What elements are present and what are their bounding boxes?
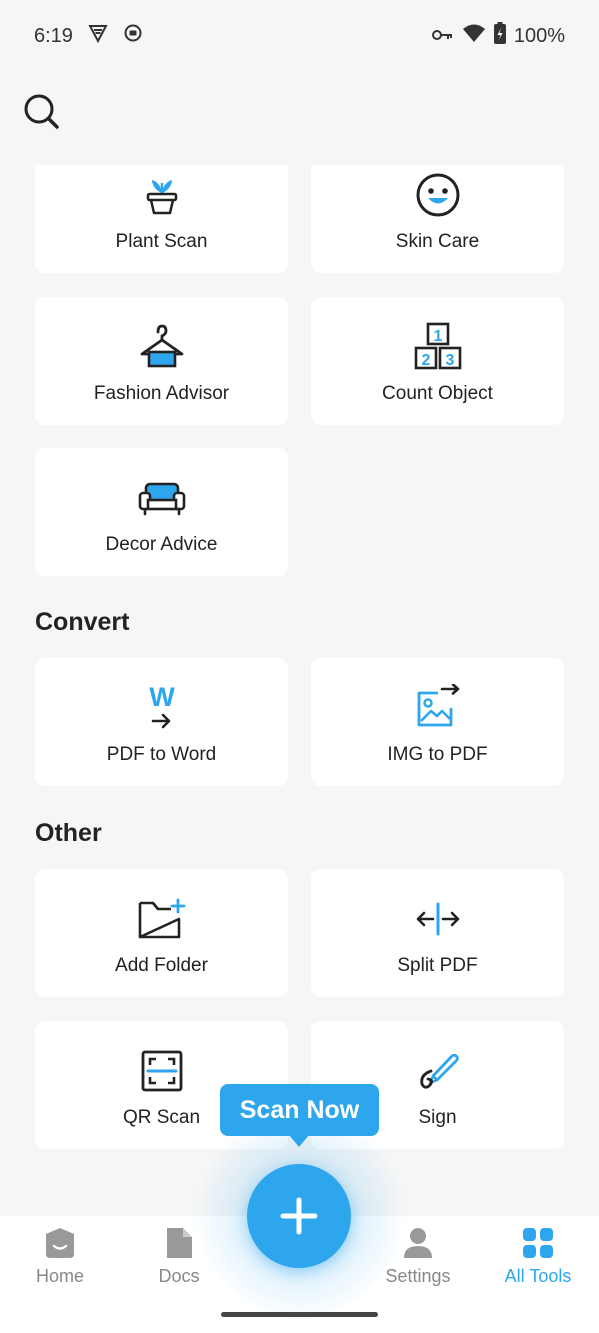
tool-label: QR Scan xyxy=(122,1107,201,1128)
tool-split-pdf[interactable]: Split PDF xyxy=(311,869,564,997)
nav-label: Settings xyxy=(385,1266,451,1286)
hanger-icon xyxy=(134,319,190,375)
nav-all-tools[interactable]: All Tools xyxy=(478,1226,598,1287)
nav-label: Home xyxy=(35,1266,84,1286)
tool-label: Fashion Advisor xyxy=(93,383,230,404)
search-button[interactable] xyxy=(22,92,62,132)
tool-decor-advice[interactable]: Decor Advice xyxy=(35,448,288,576)
section-title-convert: Convert xyxy=(35,608,130,636)
tool-count-object[interactable]: 1 2 3 Count Object xyxy=(311,297,564,425)
image-convert-icon xyxy=(410,680,466,736)
vpn-key-icon xyxy=(431,25,454,48)
pen-sign-icon xyxy=(410,1043,466,1099)
tool-fashion-advisor[interactable]: Fashion Advisor xyxy=(35,297,288,425)
plus-icon xyxy=(280,1197,318,1235)
nav-label: All Tools xyxy=(504,1266,572,1286)
search-icon xyxy=(24,94,59,129)
tool-plant-scan[interactable]: Plant Scan xyxy=(35,165,288,273)
wifi-icon xyxy=(462,23,486,49)
svg-text:2: 2 xyxy=(421,352,430,369)
svg-text:W: W xyxy=(149,684,175,712)
sofa-icon xyxy=(134,470,190,526)
tools-list[interactable]: Plant Scan Skin Care Fashion Advisor 1 2… xyxy=(0,165,599,1217)
battery-percent: 100% xyxy=(513,24,565,47)
tool-label: Decor Advice xyxy=(105,534,218,555)
split-icon xyxy=(410,891,466,947)
section-title-other: Other xyxy=(35,819,102,847)
status-time: 6:19 xyxy=(34,24,73,47)
svg-text:1: 1 xyxy=(433,328,442,345)
qr-scan-icon xyxy=(134,1043,190,1099)
tool-add-folder[interactable]: Add Folder xyxy=(35,869,288,997)
smiley-icon xyxy=(410,167,466,223)
tool-label: Plant Scan xyxy=(115,231,208,252)
tool-label: Split PDF xyxy=(397,955,478,976)
plant-icon xyxy=(134,167,190,223)
svg-text:3: 3 xyxy=(445,352,454,369)
number-blocks-icon: 1 2 3 xyxy=(410,319,466,375)
tool-label: Skin Care xyxy=(395,231,480,252)
nav-home[interactable]: Home xyxy=(0,1226,120,1287)
tool-pdf-to-word[interactable]: W PDF to Word xyxy=(35,658,288,786)
tool-skin-care[interactable]: Skin Care xyxy=(311,165,564,273)
tool-img-to-pdf[interactable]: IMG to PDF xyxy=(311,658,564,786)
scan-fab-button[interactable] xyxy=(247,1164,351,1268)
tool-label: PDF to Word xyxy=(106,744,217,765)
tool-label: IMG to PDF xyxy=(387,744,488,765)
status-bar: 6:19 100% xyxy=(0,0,599,72)
shield-status-icon xyxy=(87,22,109,50)
tool-label: Sign xyxy=(418,1107,457,1128)
tooltip-tail xyxy=(289,1135,309,1147)
word-convert-icon: W xyxy=(134,680,190,736)
scan-now-tooltip[interactable]: Scan Now xyxy=(220,1084,379,1136)
home-icon xyxy=(46,1228,74,1258)
grid-icon xyxy=(523,1228,553,1258)
tool-label: Count Object xyxy=(382,383,493,404)
add-folder-icon xyxy=(134,891,190,947)
battery-icon xyxy=(493,22,506,50)
record-status-icon xyxy=(123,23,143,49)
tool-label: Add Folder xyxy=(115,955,208,976)
nav-label: Docs xyxy=(158,1266,200,1286)
